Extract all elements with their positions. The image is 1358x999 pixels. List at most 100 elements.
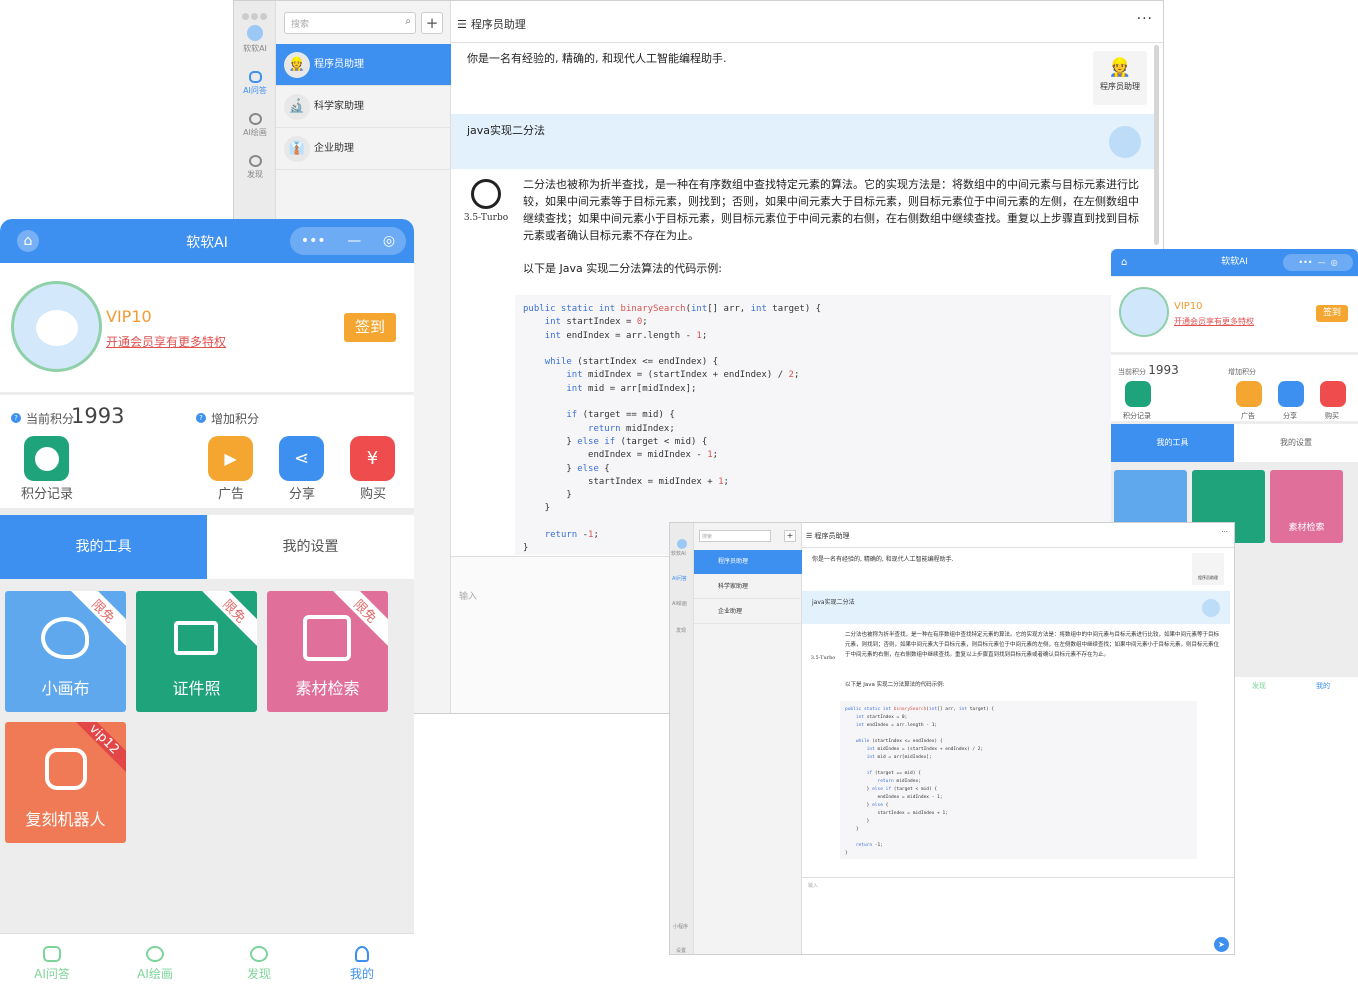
more-dots-icon[interactable]: •••	[301, 233, 326, 249]
small-input-area[interactable]: 输入 ➤	[802, 877, 1234, 954]
rail-item-ai-qa[interactable]: AI问答	[234, 71, 276, 96]
conversation-name: 企业助理	[314, 143, 354, 154]
tile-label: 复刻机器人	[25, 810, 106, 829]
robot-logo-icon[interactable]	[677, 539, 687, 549]
small-conversation-item[interactable]: 企业助理	[694, 600, 802, 624]
tile-clone-robot[interactable]: vip12 复刻机器人	[5, 722, 126, 843]
tab-discover[interactable]: 发现	[219, 946, 299, 982]
chat-header: ☰ 程序员助理 ···	[451, 1, 1163, 43]
menu-icon[interactable]: ☰	[457, 18, 467, 31]
tile-label: 证件照	[172, 679, 221, 698]
send-icon[interactable]: ➤	[1214, 937, 1229, 952]
mini-capsule[interactable]: ••• — ◎	[1283, 254, 1353, 271]
mini-share-icon[interactable]	[1278, 381, 1304, 407]
rail-label: 发现	[247, 170, 263, 179]
share-icon[interactable]: ⋖	[279, 436, 324, 481]
conversation-item[interactable]: 👷 程序员助理	[276, 44, 451, 86]
close-circle-icon[interactable]: ◎	[383, 233, 395, 249]
rail-app-logo[interactable]: 软软AI	[234, 25, 276, 54]
code-block: public static int binarySearch(int[] arr…	[515, 295, 1112, 555]
rail-item-ai-draw[interactable]: AI绘画	[234, 113, 276, 138]
compass-icon	[250, 946, 268, 962]
mini-tile-material[interactable]: 素材检索	[1270, 470, 1343, 543]
input-placeholder: 输入	[459, 592, 478, 602]
mini-tab-tools[interactable]: 我的工具	[1111, 424, 1234, 462]
mini-tab-mine[interactable]: 我的	[1316, 681, 1330, 691]
small-conversation-item[interactable]: 程序员助理	[694, 550, 802, 574]
palette-icon	[146, 946, 164, 962]
small-more-button[interactable]: ···	[1221, 528, 1228, 536]
small-user-message: java实现二分法	[812, 599, 855, 606]
small-system-message: 你是一名有经验的, 精确的, 和现代人工智能编程助手.	[812, 556, 954, 563]
more-button[interactable]: ···	[1137, 11, 1153, 27]
points-value: 1993	[71, 404, 125, 428]
palette-icon	[41, 617, 89, 659]
add-conversation-button[interactable]: +	[421, 12, 443, 34]
small-search-input[interactable]: 搜索	[699, 530, 771, 542]
scrollbar[interactable]	[1154, 45, 1159, 245]
small-add-button[interactable]: +	[784, 530, 796, 542]
mini-buy-icon[interactable]	[1320, 381, 1346, 407]
tab-mine[interactable]: 我的	[322, 946, 402, 982]
small-rail-miniprogram[interactable]: 小程序	[673, 923, 688, 930]
search-input[interactable]: 搜索 ⌕	[284, 12, 416, 34]
small-rail-label[interactable]: AI绘画	[672, 600, 687, 607]
help-icon[interactable]: ?	[11, 413, 21, 423]
home-icon[interactable]: ⌂	[1121, 249, 1127, 276]
robot-face-icon	[45, 748, 87, 790]
small-input-placeholder: 输入	[808, 883, 819, 889]
mini-tab-discover[interactable]: 发现	[1252, 681, 1266, 691]
vip-upgrade-link[interactable]: 开通会员享有更多特权	[106, 333, 226, 350]
conversation-item[interactable]: 🔬 科学家助理	[276, 86, 451, 128]
ad-icon[interactable]: ▶	[208, 436, 253, 481]
phone-preview: ⌂ 软软AI ••• — ◎ VIP10 开通会员享有更多特权 签到 ? 当前积…	[0, 219, 414, 999]
small-rail-settings[interactable]: 设置	[676, 947, 686, 954]
tab-ai-qa[interactable]: AI问答	[12, 946, 92, 982]
mini-ad-icon[interactable]	[1236, 381, 1262, 407]
profile-card: VIP10 开通会员享有更多特权 签到	[0, 263, 414, 392]
programmer-avatar-icon: 👷	[1108, 57, 1132, 78]
small-conversation-item[interactable]: 科学家助理	[694, 575, 802, 599]
mini-tabbar-visible: 发现 我的	[1234, 677, 1358, 709]
small-rail-label[interactable]: AI问答	[672, 575, 687, 582]
rail-item-discover[interactable]: 发现	[234, 155, 276, 180]
mini-vip-link[interactable]: 开通会员享有更多特权	[1174, 316, 1254, 327]
tab-ai-draw[interactable]: AI绘画	[115, 946, 195, 982]
minimize-icon[interactable]: —	[347, 233, 361, 249]
conversation-name: 科学家助理	[314, 101, 364, 112]
small-rail-label[interactable]: 发现	[676, 627, 686, 634]
tab-label: 发现	[246, 967, 271, 981]
mini-tab-settings[interactable]: 我的设置	[1234, 424, 1358, 462]
tile-material-search[interactable]: 限免 素材检索	[267, 591, 388, 712]
help-icon[interactable]: ?	[196, 413, 206, 423]
rail-label: AI问答	[243, 86, 267, 95]
ad-label: 广告	[218, 487, 245, 502]
mini-ad: 广告	[1241, 412, 1255, 420]
compass-icon	[248, 155, 262, 167]
mini-buy: 购买	[1325, 412, 1339, 420]
user-avatar	[1109, 126, 1141, 158]
bottom-tab-bar: AI问答 AI绘画 发现 我的	[0, 933, 414, 999]
mini-points-record-icon[interactable]	[1125, 381, 1151, 407]
mini-program-capsule[interactable]: ••• — ◎	[290, 227, 406, 255]
tab-label: AI绘画	[137, 967, 173, 981]
small-model-label: 3.5-Turbo	[810, 655, 836, 661]
small-rail-label: 软软AI	[671, 551, 686, 557]
buy-label: 购买	[360, 487, 387, 502]
mini-vip-level: VIP10	[1174, 301, 1203, 312]
tab-my-settings[interactable]: 我的设置	[207, 515, 414, 579]
mini-profile-card: VIP10 开通会员享有更多特权 签到	[1111, 277, 1358, 352]
conversation-item[interactable]: 👔 企业助理	[276, 128, 451, 170]
small-chat-title: 程序员助理	[814, 532, 850, 540]
tab-my-tools[interactable]: 我的工具	[0, 515, 207, 579]
robot-icon	[248, 71, 262, 83]
tile-canvas[interactable]: 限免 小画布	[5, 591, 126, 712]
tile-id-photo[interactable]: 限免 证件照	[136, 591, 257, 712]
buy-yen-icon[interactable]: ¥	[350, 436, 395, 481]
points-record-label: 积分记录	[21, 487, 74, 502]
points-record-icon[interactable]	[24, 436, 69, 481]
system-avatar-label: 程序员助理	[1100, 82, 1140, 91]
chat-title: 程序员助理	[470, 18, 526, 31]
mini-sign-in-button[interactable]: 签到	[1316, 305, 1348, 322]
sign-in-button[interactable]: 签到	[344, 313, 396, 342]
